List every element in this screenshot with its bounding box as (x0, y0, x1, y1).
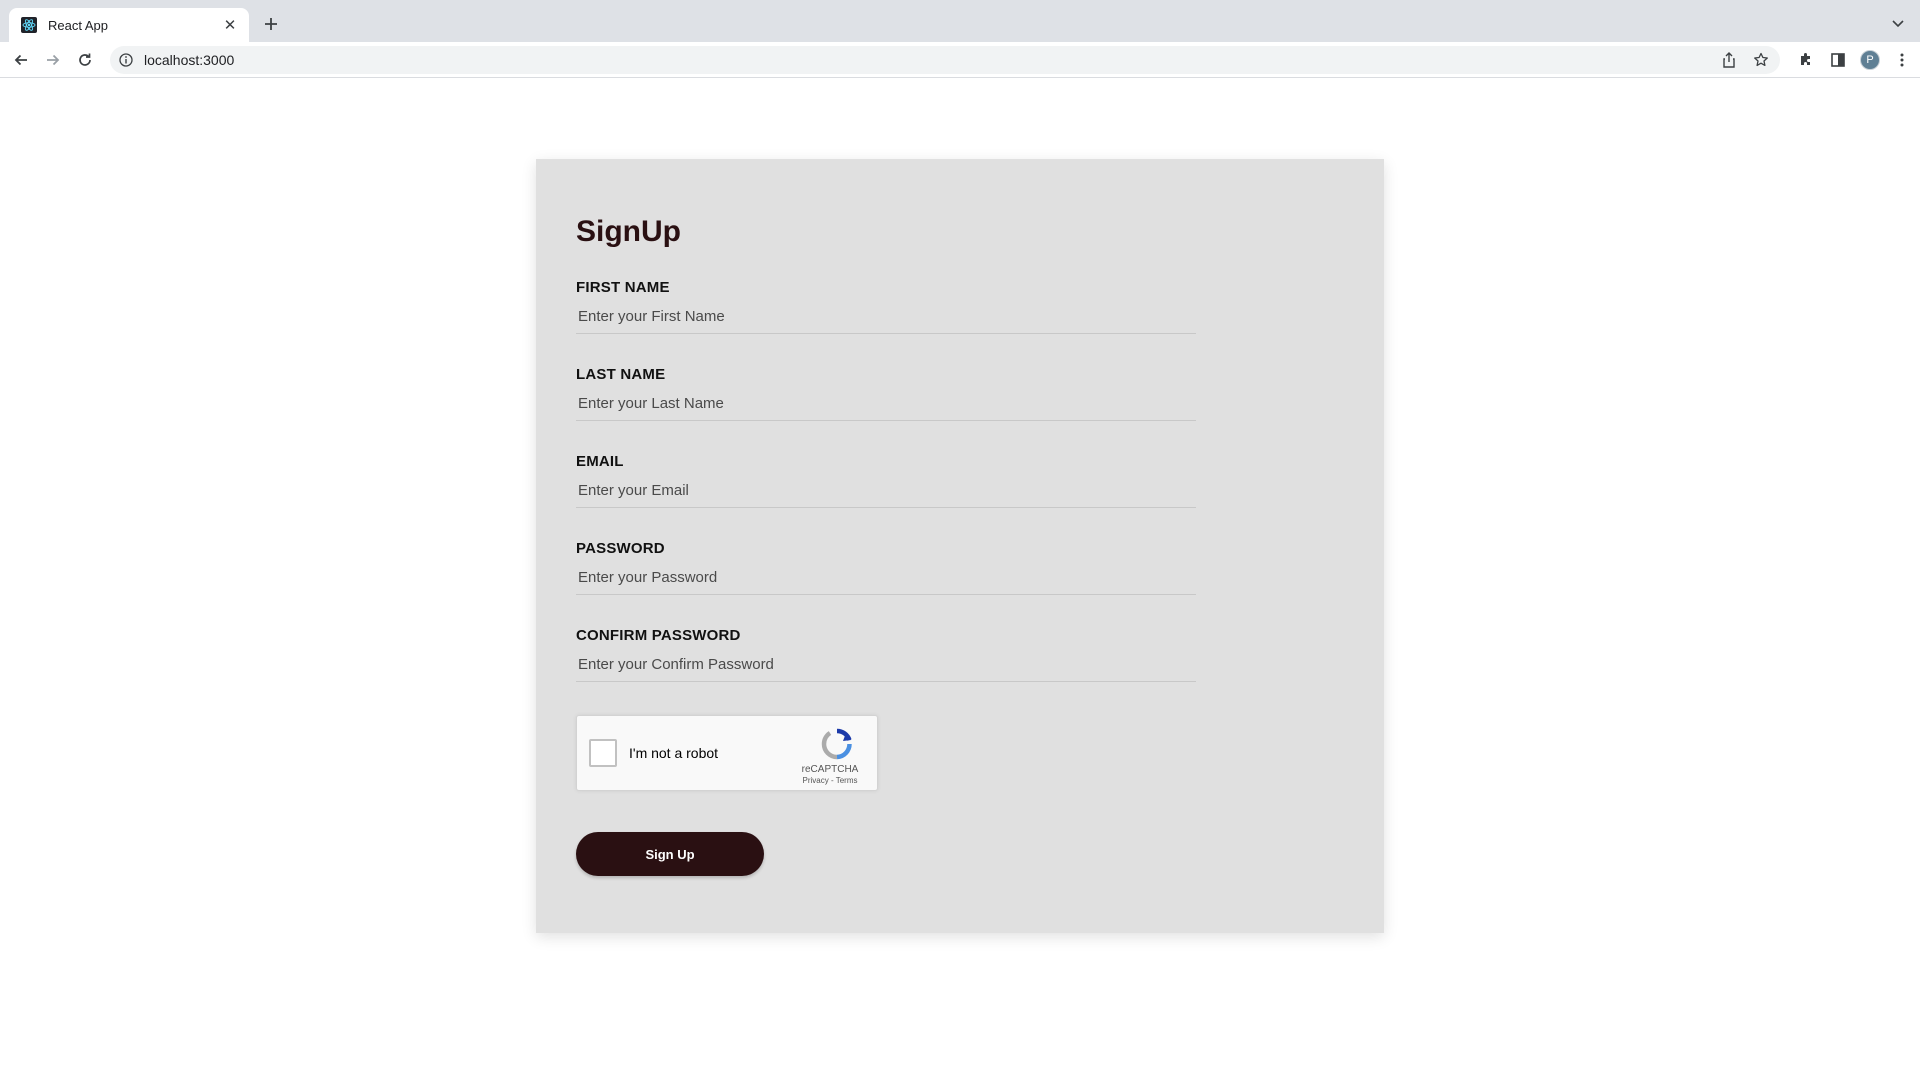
recaptcha-brand: reCAPTCHA (801, 764, 859, 775)
tab-search-chevron-icon[interactable] (1886, 12, 1910, 36)
confirm-password-group: CONFIRM PASSWORD (576, 627, 1196, 682)
site-info-icon[interactable] (118, 52, 134, 68)
page-title: SignUp (576, 215, 681, 248)
password-input[interactable] (576, 561, 1196, 595)
new-tab-icon[interactable] (259, 12, 283, 36)
email-input[interactable] (576, 474, 1196, 508)
extensions-puzzle-icon[interactable] (1794, 48, 1818, 72)
confirm-password-input[interactable] (576, 648, 1196, 682)
recaptcha-label: I'm not a robot (629, 745, 719, 761)
back-arrow-icon[interactable] (9, 48, 33, 72)
browser-tab[interactable]: React App ✕ (9, 8, 249, 42)
signup-card: SignUp FIRST NAME LAST NAME EMAIL PASSWO… (536, 159, 1384, 933)
reload-icon[interactable] (73, 48, 97, 72)
recaptcha-terms-link[interactable]: Terms (836, 776, 858, 785)
first-name-input[interactable] (576, 300, 1196, 334)
side-panel-icon[interactable] (1826, 48, 1850, 72)
recaptcha-privacy-link[interactable]: Privacy (803, 776, 829, 785)
sign-up-button[interactable]: Sign Up (576, 832, 764, 876)
react-favicon-icon (21, 17, 37, 33)
recaptcha-links: Privacy - Terms (789, 776, 871, 785)
last-name-label: LAST NAME (576, 366, 666, 383)
profile-avatar[interactable]: P (1858, 48, 1882, 72)
address-bar[interactable]: localhost:3000 (110, 46, 1780, 74)
kebab-menu-icon[interactable] (1890, 48, 1914, 72)
last-name-group: LAST NAME (576, 366, 1196, 421)
forward-arrow-icon[interactable] (41, 48, 65, 72)
email-group: EMAIL (576, 453, 1196, 508)
first-name-label: FIRST NAME (576, 279, 670, 296)
share-icon[interactable] (1718, 49, 1740, 71)
recaptcha-logo-icon (817, 726, 857, 762)
password-label: PASSWORD (576, 540, 665, 557)
password-group: PASSWORD (576, 540, 1196, 595)
email-label: EMAIL (576, 453, 624, 470)
last-name-input[interactable] (576, 387, 1196, 421)
first-name-group: FIRST NAME (576, 279, 1196, 334)
browser-toolbar: localhost:3000 P (0, 42, 1920, 78)
browser-tabstrip: React App ✕ (0, 0, 1920, 42)
tab-close-icon[interactable]: ✕ (221, 16, 239, 34)
url-text: localhost:3000 (144, 52, 235, 68)
bookmark-star-icon[interactable] (1750, 49, 1772, 71)
tab-title: React App (48, 17, 108, 33)
confirm-password-label: CONFIRM PASSWORD (576, 627, 741, 644)
recaptcha-separator: - (828, 776, 836, 785)
recaptcha-checkbox[interactable] (589, 739, 617, 767)
recaptcha-widget: I'm not a robot reCAPTCHA Privacy - Term… (576, 715, 878, 791)
